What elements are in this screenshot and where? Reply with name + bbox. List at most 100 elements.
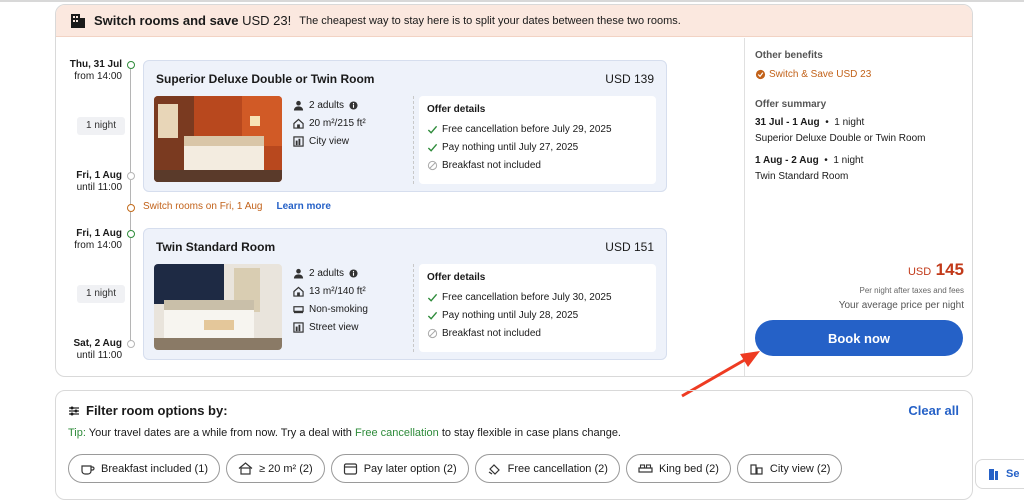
city-icon	[750, 464, 763, 475]
top-divider	[0, 0, 1024, 2]
summary-stay1-room: Superior Deluxe Double or Twin Room	[755, 133, 926, 144]
feature-view: Street view	[293, 318, 368, 336]
chip-pay-later[interactable]: Pay later option (2)	[330, 454, 469, 483]
house-size-icon	[238, 462, 253, 475]
check-icon	[427, 125, 438, 134]
offer-title: Offer details	[427, 272, 486, 283]
offer-pay-later: Pay nothing until July 27, 2025	[427, 138, 648, 156]
summary-stay2-room: Twin Standard Room	[755, 171, 849, 182]
stay1-checkout: Fri, 1 Aug until 11:00	[76, 170, 122, 193]
average-price-note: Your average price per night	[838, 300, 964, 311]
filter-room-options: Filter room options by: Clear all Tip: Y…	[55, 390, 973, 500]
switch-save-benefit: Switch & Save USD 23	[755, 69, 871, 80]
learn-more-link[interactable]: Learn more	[277, 201, 331, 212]
total-price: USD 145	[907, 260, 964, 279]
room-photo[interactable]	[154, 96, 282, 182]
offer-breakfast: Breakfast not included	[427, 324, 648, 342]
room-divider	[413, 264, 414, 352]
offer-free-cancellation: Free cancellation before July 30, 2025	[427, 288, 648, 306]
check-icon	[427, 143, 438, 152]
feature-size: 13 m²/140 ft²	[293, 282, 368, 300]
offer-summary-label: Offer summary	[755, 99, 827, 110]
room-card-superior[interactable]: Superior Deluxe Double or Twin Room USD …	[143, 60, 667, 192]
room-price: USD 139	[605, 72, 654, 86]
checkout-dot	[127, 172, 135, 180]
feature-size: 20 m²/215 ft²	[293, 114, 366, 132]
switch-save-banner: Switch rooms and save USD 23! The cheape…	[56, 5, 972, 37]
clear-all-link[interactable]: Clear all	[908, 403, 959, 418]
street-view-icon	[293, 321, 304, 333]
per-night-note: Per night after taxes and fees	[859, 286, 964, 295]
room-divider	[413, 96, 414, 184]
timeline-line	[130, 238, 131, 341]
offer-summary-panel: Other benefits Switch & Save USD 23 Offe…	[744, 38, 972, 376]
rooms-area: Thu, 31 Jul from 14:00 1 night Fri, 1 Aug…	[56, 38, 744, 376]
room-card-twin[interactable]: Twin Standard Room USD 151 2 adults 13 m…	[143, 228, 667, 360]
checkin-dot	[127, 230, 135, 238]
split-stay-card: Switch rooms and save USD 23! The cheape…	[55, 4, 973, 377]
summary-stay1: 31 Jul - 1 Aug • 1 night	[755, 117, 865, 128]
person-icon	[293, 268, 304, 279]
feature-view: City view	[293, 132, 366, 150]
chip-free-cancellation[interactable]: Free cancellation (2)	[474, 454, 620, 483]
offer-details: Offer details Free cancellation before J…	[419, 264, 656, 352]
bed-icon	[293, 305, 304, 313]
room-title[interactable]: Twin Standard Room	[156, 240, 275, 254]
switch-rooms-row: Switch rooms on Fri, 1 Aug Learn more	[143, 201, 331, 212]
bookmark-icon	[989, 468, 998, 480]
chip-room-size[interactable]: ≥ 20 m² (2)	[226, 454, 325, 483]
not-included-icon	[427, 328, 438, 338]
stay2-checkin: Fri, 1 Aug from 14:00	[74, 228, 122, 251]
room-title[interactable]: Superior Deluxe Double or Twin Room	[156, 72, 374, 86]
offer-details: Offer details Free cancellation before J…	[419, 96, 656, 184]
check-icon	[427, 293, 438, 302]
room-photo-image	[154, 96, 282, 182]
chip-breakfast[interactable]: Breakfast included (1)	[68, 454, 220, 483]
coffee-cup-icon	[81, 465, 95, 475]
city-view-icon	[293, 135, 304, 147]
timeline-line	[130, 180, 131, 204]
side-floating-button[interactable]: Se	[975, 459, 1024, 489]
room-photo-image	[154, 264, 282, 350]
offer-free-cancellation: Free cancellation before July 29, 2025	[427, 120, 648, 138]
info-icon[interactable]	[349, 268, 358, 278]
checkin-dot	[127, 61, 135, 69]
chip-city-view[interactable]: City view (2)	[736, 454, 843, 483]
stay2-nights: 1 night	[77, 285, 125, 303]
bed-icon	[638, 464, 653, 473]
switch-rooms-text: Switch rooms on Fri, 1 Aug	[143, 201, 263, 212]
chip-king-bed[interactable]: King bed (2)	[625, 454, 731, 483]
feature-occupancy: 2 adults	[293, 264, 368, 282]
offer-title: Offer details	[427, 104, 486, 115]
checkout-dot	[127, 340, 135, 348]
tip-text: Tip: Your travel dates are a while from …	[68, 427, 621, 439]
not-included-icon	[427, 160, 438, 170]
banner-title: Switch rooms and save USD 23!	[94, 13, 292, 28]
switch-dot	[127, 204, 135, 212]
offer-breakfast: Breakfast not included	[427, 156, 648, 174]
room-features: 2 adults 13 m²/140 ft² Non-smoking Stree…	[293, 264, 368, 336]
filter-title: Filter room options by:	[68, 403, 228, 418]
summary-stay2: 1 Aug - 2 Aug • 1 night	[755, 155, 864, 166]
feature-non-smoking: Non-smoking	[293, 300, 368, 318]
stay1-checkin: Thu, 31 Jul from 14:00	[69, 59, 122, 82]
room-size-icon	[293, 118, 304, 129]
book-now-button[interactable]: Book now	[755, 320, 963, 356]
banner-description: The cheapest way to stay here is to spli…	[299, 14, 681, 27]
other-benefits-label: Other benefits	[755, 50, 823, 61]
timeline-line	[130, 69, 131, 172]
offer-pay-later: Pay nothing until July 28, 2025	[427, 306, 648, 324]
filter-sliders-icon	[69, 406, 79, 415]
room-photo[interactable]	[154, 264, 282, 350]
feature-occupancy: 2 adults	[293, 96, 366, 114]
calendar-icon	[343, 463, 357, 475]
switch-rooms-icon	[71, 13, 85, 28]
person-icon	[293, 100, 304, 111]
info-icon[interactable]	[349, 100, 358, 110]
stay2-checkout: Sat, 2 Aug until 11:00	[73, 338, 122, 361]
room-size-icon	[293, 286, 304, 297]
refund-icon	[488, 464, 500, 475]
filter-chips: Breakfast included (1) ≥ 20 m² (2) Pay l…	[68, 454, 848, 483]
room-price: USD 151	[605, 240, 654, 254]
stay1-nights: 1 night	[77, 117, 125, 135]
